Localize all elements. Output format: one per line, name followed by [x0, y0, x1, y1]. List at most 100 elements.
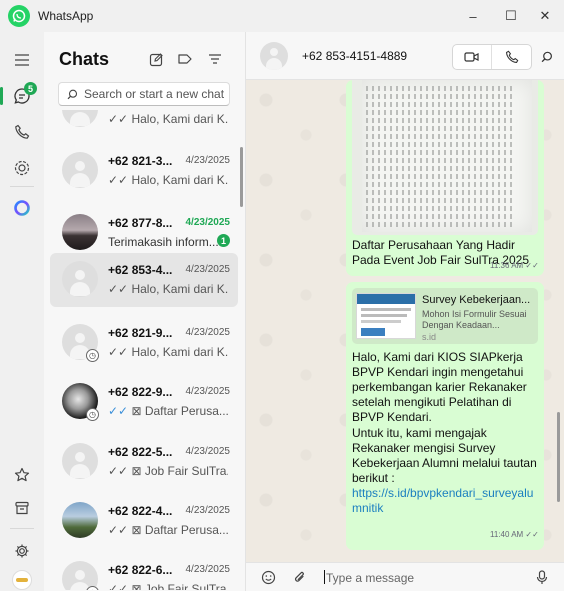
voice-call-button[interactable]: [492, 45, 531, 69]
meta-ai-ring-icon: [14, 200, 30, 216]
video-camera-icon: [464, 52, 479, 62]
profile-avatar-icon: [12, 570, 32, 590]
video-call-button[interactable]: [453, 45, 493, 69]
chat-list-item[interactable]: +62 877-8... 4/23/2025 Terimakasih infor…: [50, 206, 238, 260]
phone-icon: [505, 50, 518, 63]
chat-list-item[interactable]: ◷ +62 822-6... 4/23/2025 ✓✓ ⊠ Job Fair S…: [50, 553, 238, 590]
link-preview-thumbnail: [356, 293, 416, 339]
chat-name: +62 822-6...: [108, 563, 173, 577]
search-input[interactable]: [84, 87, 224, 101]
contact-name[interactable]: +62 853-4151-4889: [302, 49, 407, 63]
conversation-scrollbar[interactable]: [557, 412, 560, 502]
emoji-button[interactable]: [258, 567, 278, 587]
archived-chats-button[interactable]: [0, 490, 44, 526]
chat-list-scrollbar[interactable]: [240, 147, 243, 207]
menu-button[interactable]: [0, 42, 44, 78]
chat-date: 4/23/2025: [185, 155, 231, 166]
rail-divider: [10, 186, 34, 187]
chat-date: 4/23/2025: [185, 386, 231, 397]
text-cursor: [324, 570, 325, 584]
chat-preview: ✓✓ ⊠ Daftar Perusa...: [108, 523, 228, 537]
search-icon: [67, 89, 78, 99]
contact-avatar: [62, 110, 98, 127]
conversation-header[interactable]: +62 853-4151-4889: [246, 32, 564, 80]
navigation-rail: 5: [0, 32, 44, 591]
chat-list-item[interactable]: +62 822-4... 4/23/2025 ✓✓ ⊠ Daftar Perus…: [50, 494, 238, 548]
rail-divider: [10, 528, 34, 529]
emoji-smiley-icon: [261, 570, 275, 584]
message-paragraph: Halo, Kami dari KIOS SIAPkerja BPVP Kend…: [352, 350, 527, 424]
chats-nav-button[interactable]: 5: [0, 78, 44, 114]
document-photo[interactable]: [352, 80, 538, 235]
chat-preview: ✓✓ Halo, Kami dari K...: [108, 282, 228, 296]
search-in-chat-button[interactable]: [536, 46, 558, 68]
voice-message-button[interactable]: [532, 567, 552, 587]
close-button[interactable]: ✕: [526, 0, 564, 32]
phone-icon: [15, 124, 30, 139]
chat-preview: ✓✓ ⊠ Daftar Perusa...: [108, 404, 228, 418]
chat-list-item-selected[interactable]: +62 853-4... 4/23/2025 ✓✓ Halo, Kami dar…: [50, 253, 238, 307]
message-timestamp: 11:36 AM ✓✓: [490, 261, 539, 270]
chat-preview: ✓✓ Halo, Kami dari K...: [108, 345, 228, 359]
microphone-icon: [536, 569, 548, 584]
new-chat-button[interactable]: [145, 48, 167, 70]
message-composer: [246, 562, 564, 591]
attach-button[interactable]: [290, 567, 310, 587]
chat-filter-button[interactable]: [204, 48, 226, 70]
link-preview-title: Survey Kebekerjaan...: [422, 294, 531, 306]
link-preview-domain: s.id: [422, 332, 437, 342]
chat-list-item[interactable]: ◷ +62 822-9... 4/23/2025 ✓✓ ⊠ Daftar Per…: [50, 375, 238, 429]
contact-avatar[interactable]: [260, 42, 288, 70]
status-update-icon: ◷: [86, 408, 99, 421]
unread-chats-badge: 5: [24, 82, 37, 95]
link-preview-card[interactable]: Survey Kebekerjaan... Mohon Isi Formulir…: [352, 288, 538, 344]
message-paragraph: Untuk itu, kami mengajak Rekanaker mengi…: [352, 426, 537, 485]
whatsapp-logo-icon: [8, 5, 30, 27]
chat-list-item[interactable]: +62 821-3... 4/23/2025 ✓✓ Halo, Kami dar…: [50, 144, 238, 198]
conversation-pane: +62 853-4151-4889 Daftar Perusahaan Yang…: [246, 32, 564, 591]
profile-button[interactable]: [0, 562, 44, 591]
message-timestamp: 11:40 AM ✓✓: [490, 530, 539, 539]
chat-date: 4/23/2025: [185, 327, 231, 338]
meta-ai-button[interactable]: [0, 190, 44, 226]
new-chat-pencil-icon: [149, 52, 163, 66]
chat-name: +62 822-5...: [108, 445, 173, 459]
filter-tag-icon: [178, 54, 192, 64]
message-area: Daftar Perusahaan Yang Hadir Pada Event …: [246, 80, 564, 562]
text-message-bubble: Survey Kebekerjaan... Mohon Isi Formulir…: [346, 282, 544, 550]
calls-nav-button[interactable]: [0, 114, 44, 150]
chat-name: +62 821-3...: [108, 154, 173, 168]
chat-date: 4/23/2025: [185, 564, 231, 575]
hamburger-menu-icon: [15, 54, 29, 66]
chat-preview: ✓✓ Halo, Kami dari K...: [108, 173, 228, 187]
status-update-icon: ◷: [86, 586, 99, 590]
status-circle-icon: [14, 160, 30, 176]
filter-unread-button[interactable]: [174, 48, 196, 70]
search-box[interactable]: [58, 82, 230, 106]
read-receipt-icon: ✓✓: [108, 404, 129, 418]
chat-date: 4/23/2025: [185, 217, 231, 228]
chat-preview: ✓✓ Halo, Kami dari K...: [108, 112, 228, 126]
filter-lines-icon: [209, 54, 221, 64]
maximize-button[interactable]: ☐: [492, 0, 530, 32]
chat-name: +62 853-4...: [108, 263, 173, 277]
call-buttons: [452, 44, 532, 70]
chat-list-item[interactable]: ✓✓ Halo, Kami dari K...: [50, 110, 238, 137]
chat-preview: ✓✓ ⊠ Job Fair SulTra...: [108, 464, 228, 478]
unread-count-badge: 1: [217, 234, 230, 247]
message-link[interactable]: https://s.id/bpvpkendari_surveyalumnitik: [352, 486, 538, 516]
star-icon: [14, 467, 30, 482]
title-bar: WhatsApp – ☐ ✕: [0, 0, 564, 32]
message-input[interactable]: [326, 569, 526, 587]
link-preview-description: Mohon Isi Formulir Sesuai Dengan Keadaan…: [422, 309, 527, 330]
chat-date: 4/23/2025: [185, 446, 231, 457]
starred-messages-button[interactable]: [0, 457, 44, 493]
chat-name: +62 822-4...: [108, 504, 173, 518]
chat-date: 4/23/2025: [185, 264, 231, 275]
minimize-button[interactable]: –: [454, 0, 492, 32]
status-nav-button[interactable]: [0, 150, 44, 186]
chat-list-item[interactable]: ◷ +62 821-9... 4/23/2025 ✓✓ Halo, Kami d…: [50, 316, 238, 370]
chat-list-item[interactable]: +62 822-5... 4/23/2025 ✓✓ ⊠ Job Fair Sul…: [50, 435, 238, 489]
archive-box-icon: [15, 501, 29, 515]
chat-name: +62 877-8...: [108, 216, 173, 230]
